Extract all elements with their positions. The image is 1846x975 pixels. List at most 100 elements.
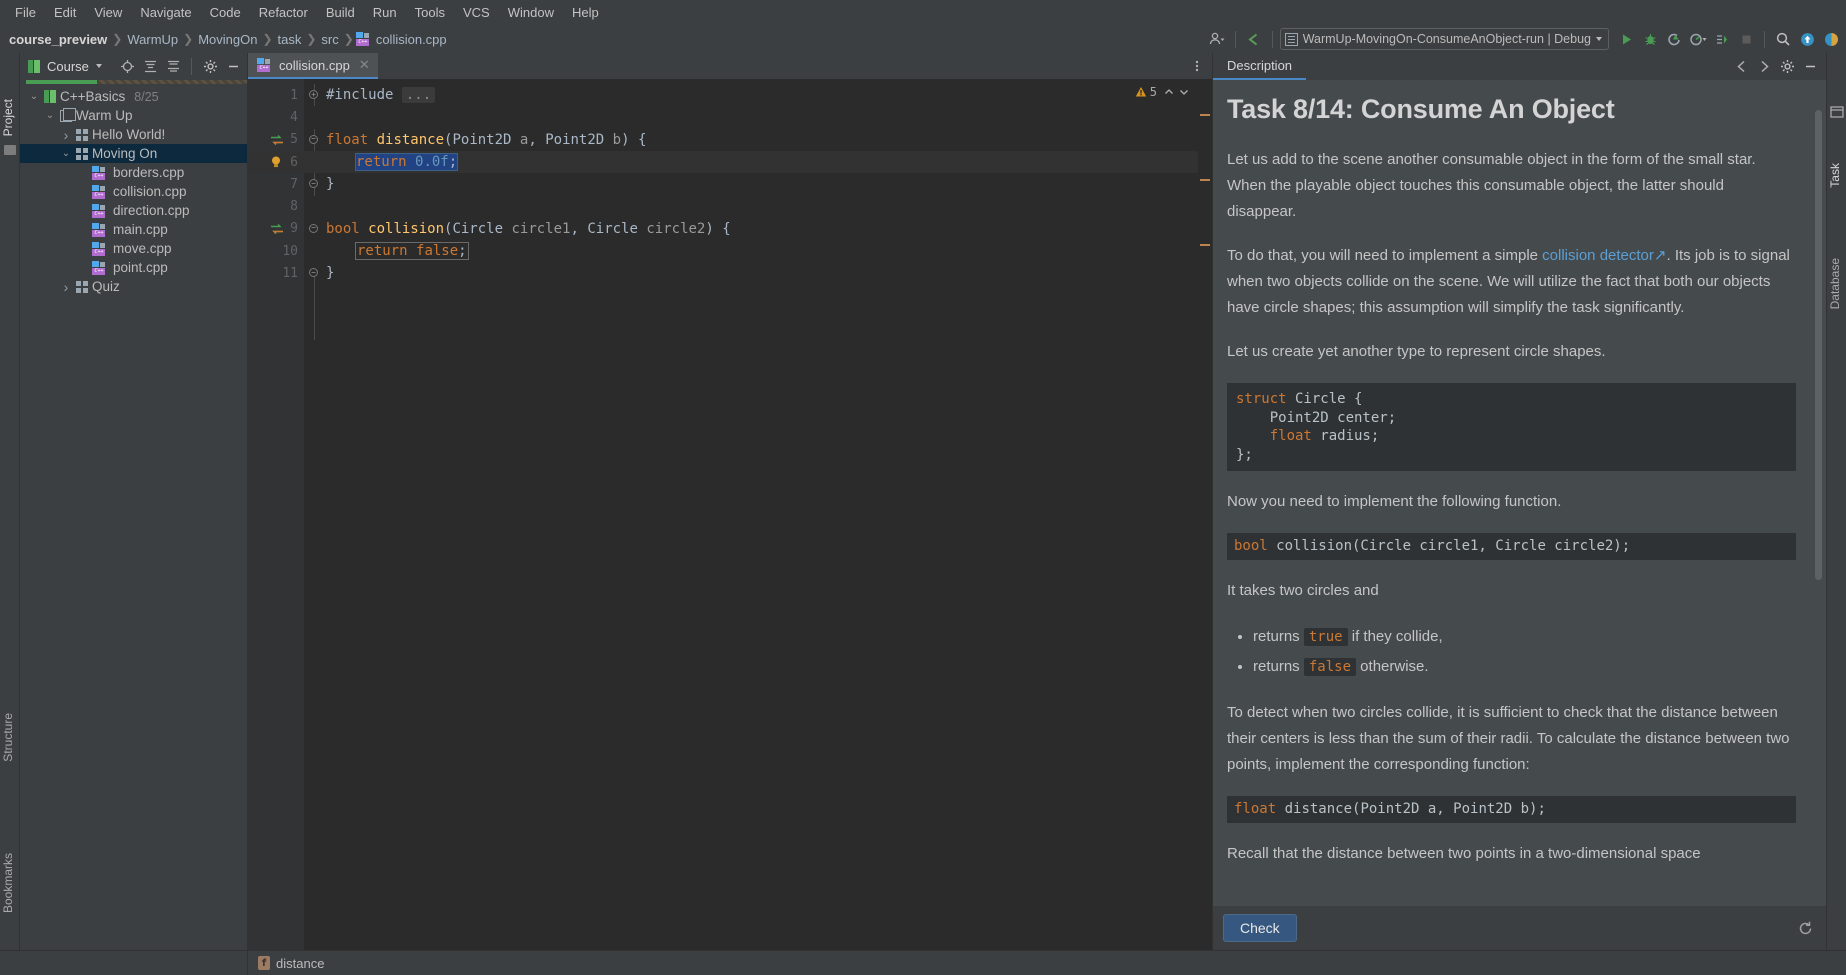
- next-task-icon[interactable]: [1754, 57, 1774, 77]
- inspection-gutter[interactable]: [1198, 79, 1212, 950]
- breadcrumb-item-project[interactable]: course_preview: [6, 32, 110, 47]
- menu-item-vcs[interactable]: VCS: [454, 3, 499, 22]
- close-icon[interactable]: ✕: [359, 57, 370, 73]
- menu-item-tools[interactable]: Tools: [406, 3, 454, 22]
- editor-column: C++ collision.cpp ✕ 1 4 5 6 7 8 9 10 11 …: [248, 53, 1212, 950]
- run-with-coverage-icon[interactable]: [1663, 28, 1685, 50]
- previous-problem-icon[interactable]: [1163, 86, 1175, 98]
- breadcrumb-item-file[interactable]: collision.cpp: [373, 32, 450, 47]
- menu-item-file[interactable]: File: [6, 3, 45, 22]
- fold-collapse-icon[interactable]: −: [309, 268, 318, 278]
- fold-collapse-icon[interactable]: −: [309, 179, 318, 189]
- structure-strip-label: Structure: [1, 713, 15, 762]
- debug-icon[interactable]: [1639, 28, 1661, 50]
- breadcrumb-item-src[interactable]: src: [318, 32, 341, 47]
- breadcrumb-item-task[interactable]: task: [275, 32, 305, 47]
- editor-tab-options-icon[interactable]: [1190, 53, 1212, 79]
- tree-item-quiz[interactable]: › Quiz: [20, 277, 247, 296]
- sidebar-item-database[interactable]: Database: [1828, 258, 1842, 309]
- bullet1-post: if they collide,: [1347, 628, 1443, 645]
- sidebar-item-bookmarks[interactable]: Bookmarks: [1, 853, 15, 913]
- sidebar-item-project[interactable]: Project: [1, 99, 15, 136]
- tree-item-move-cpp[interactable]: C++ move.cpp: [20, 239, 247, 258]
- tree-item-collision-cpp[interactable]: C++ collision.cpp: [20, 182, 247, 201]
- description-scroll-area[interactable]: Task 8/14: Consume An Object Let us add …: [1213, 80, 1826, 906]
- inspection-status[interactable]: 5: [1135, 85, 1190, 99]
- tree-item-moving-on[interactable]: ⌄ Moving On: [20, 144, 247, 163]
- menu-item-build[interactable]: Build: [317, 3, 364, 22]
- menu-item-window[interactable]: Window: [499, 3, 563, 22]
- breadcrumb-item-movingon[interactable]: MovingOn: [195, 32, 260, 47]
- collapse-all-icon[interactable]: [140, 56, 160, 76]
- run-configuration-selector[interactable]: WarmUp-MovingOn-ConsumeAnObject-run | De…: [1279, 28, 1609, 50]
- menu-item-edit[interactable]: Edit: [45, 3, 85, 22]
- tree-item-c-basics[interactable]: ⌄ C++Basics 8/25: [20, 87, 247, 106]
- reset-task-icon[interactable]: [1794, 917, 1816, 939]
- code-selection[interactable]: return 0.0f;: [354, 152, 459, 171]
- tree-item-main-cpp[interactable]: C++ main.cpp: [20, 220, 247, 239]
- menu-item-view[interactable]: View: [85, 3, 131, 22]
- hide-panel-icon[interactable]: [1800, 57, 1820, 77]
- editor-tab-collision[interactable]: C++ collision.cpp ✕: [248, 53, 378, 79]
- tree-item-hello-world[interactable]: › Hello World!: [20, 125, 247, 144]
- implementing-method-icon[interactable]: [270, 133, 284, 146]
- next-problem-icon[interactable]: [1178, 86, 1190, 98]
- update-icon[interactable]: [1796, 28, 1818, 50]
- chevron-down-icon[interactable]: ⌄: [60, 148, 72, 159]
- inspection-marker[interactable]: [1200, 114, 1210, 116]
- menu-item-refactor[interactable]: Refactor: [250, 3, 317, 22]
- folder-icon[interactable]: [4, 145, 16, 155]
- tree-item-direction-cpp[interactable]: C++ direction.cpp: [20, 201, 247, 220]
- left-tool-strip: Project Structure Bookmarks: [0, 53, 20, 950]
- tab-description[interactable]: Description: [1213, 53, 1307, 80]
- code-editor[interactable]: + #include ... − float distance(Point2D a,…: [304, 79, 1212, 950]
- menu-item-navigate[interactable]: Navigate: [131, 3, 200, 22]
- plugin-icon[interactable]: [1820, 28, 1842, 50]
- task-panel-icon[interactable]: [1830, 105, 1844, 119]
- inspection-marker[interactable]: [1200, 244, 1210, 246]
- tree-item-warm-up[interactable]: ⌄ Warm Up: [20, 106, 247, 125]
- code-placeholder-box[interactable]: return false;: [355, 242, 469, 261]
- hide-panel-icon[interactable]: [223, 56, 243, 76]
- chevron-down-icon[interactable]: ⌄: [28, 91, 40, 102]
- user-icon[interactable]: [1206, 28, 1228, 50]
- status-bar-symbol[interactable]: f distance: [248, 956, 324, 971]
- menu-item-code[interactable]: Code: [201, 3, 250, 22]
- back-arrow-icon[interactable]: [1243, 28, 1265, 50]
- menu-item-run[interactable]: Run: [364, 3, 406, 22]
- target-icon[interactable]: [117, 56, 137, 76]
- fold-collapse-icon[interactable]: −: [309, 134, 318, 144]
- collision-detector-link[interactable]: collision detector: [1542, 247, 1654, 264]
- stop-icon[interactable]: [1735, 28, 1757, 50]
- description-scrollbar[interactable]: [1815, 110, 1822, 580]
- menu-label-code: Code: [209, 5, 241, 20]
- code-block-distance-signature: float distance(Point2D a, Point2D b);: [1227, 796, 1796, 823]
- fold-collapse-icon[interactable]: −: [309, 223, 318, 233]
- tree-item-borders-cpp[interactable]: C++ borders.cpp: [20, 163, 247, 182]
- inspection-marker[interactable]: [1200, 179, 1210, 181]
- intention-bulb-icon[interactable]: [270, 155, 282, 169]
- menu-item-help[interactable]: Help: [563, 3, 608, 22]
- fold-expand-icon[interactable]: +: [309, 90, 318, 99]
- code-token-point2d: Point2D: [452, 131, 512, 148]
- search-icon[interactable]: [1772, 28, 1794, 50]
- gear-icon[interactable]: [200, 56, 220, 76]
- profile-icon[interactable]: [1687, 28, 1709, 50]
- chevron-right-icon[interactable]: ›: [60, 279, 72, 295]
- gear-icon[interactable]: [1777, 57, 1797, 77]
- run-icon[interactable]: [1615, 28, 1637, 50]
- chevron-down-icon[interactable]: ⌄: [44, 110, 56, 121]
- breadcrumb-item-warmup[interactable]: WarmUp: [124, 32, 181, 47]
- chevron-right-icon[interactable]: ›: [60, 127, 72, 143]
- sidebar-item-structure[interactable]: Structure: [1, 713, 15, 762]
- tree-item-point-cpp[interactable]: C++ point.cpp: [20, 258, 247, 277]
- main-body: Project Structure Bookmarks Course ⌄ C++…: [0, 53, 1846, 950]
- sidebar-item-task[interactable]: Task: [1828, 163, 1842, 188]
- previous-task-icon[interactable]: [1731, 57, 1751, 77]
- check-button[interactable]: Check: [1223, 914, 1297, 942]
- expand-all-icon[interactable]: [163, 56, 183, 76]
- code-folded-ellipsis[interactable]: ...: [401, 87, 436, 103]
- implementing-method-icon[interactable]: [270, 222, 284, 235]
- chevron-down-icon[interactable]: [95, 64, 102, 68]
- attach-process-icon[interactable]: [1711, 28, 1733, 50]
